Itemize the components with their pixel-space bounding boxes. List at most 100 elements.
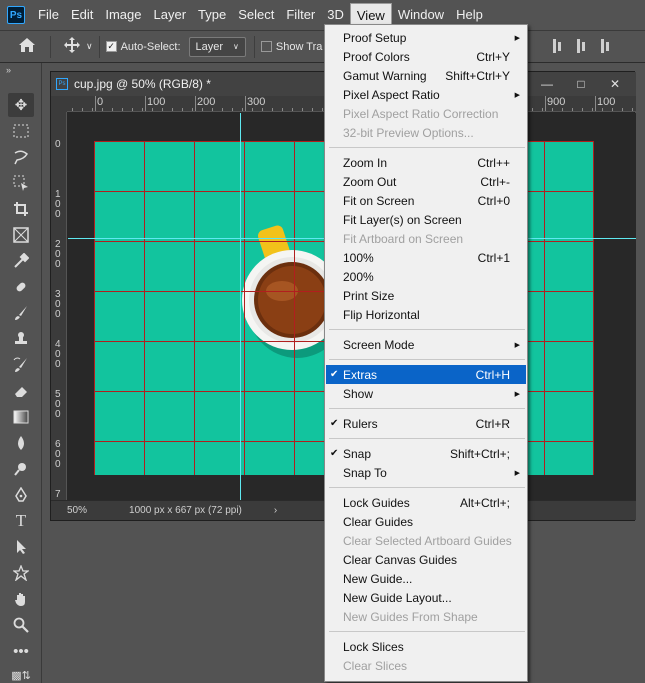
menu-item-label: New Guides From Shape xyxy=(343,609,478,624)
ruler-tick xyxy=(595,96,596,111)
move-tool-icon[interactable] xyxy=(63,36,81,57)
hand-tool-icon[interactable] xyxy=(8,587,34,611)
swap-colors-icon[interactable]: ▩⇅ xyxy=(8,663,34,683)
gradient-tool-icon[interactable] xyxy=(8,405,34,429)
menu-item-label: Fit on Screen xyxy=(343,193,415,208)
menu-item-rulers[interactable]: ✔ Rulers Ctrl+R xyxy=(326,414,526,433)
ruler-label: 0 xyxy=(97,96,104,108)
menu-select[interactable]: Select xyxy=(232,3,280,28)
menu-item-print-size[interactable]: Print Size xyxy=(326,286,526,305)
dodge-tool-icon[interactable] xyxy=(8,457,34,481)
menu-image[interactable]: Image xyxy=(99,3,147,28)
chevron-down-icon[interactable]: ∨ xyxy=(86,41,93,52)
menu-item-fit-on-screen[interactable]: Fit on Screen Ctrl+0 xyxy=(326,191,526,210)
menu-item-clear-canvas-guides[interactable]: Clear Canvas Guides xyxy=(326,550,526,569)
collapse-panel-icon[interactable]: » xyxy=(6,65,11,75)
blur-tool-icon[interactable] xyxy=(8,431,34,455)
zoom-tool-icon[interactable] xyxy=(8,613,34,637)
checkmark-icon: ✔ xyxy=(330,369,339,380)
ruler-minor-tick xyxy=(572,108,573,111)
menu-item-shortcut: Ctrl+Y xyxy=(476,49,510,64)
menu-item-new-guide-layout[interactable]: New Guide Layout... xyxy=(326,588,526,607)
show-transform-label: Show Tra xyxy=(275,40,323,53)
lasso-tool-icon[interactable] xyxy=(8,145,34,169)
ruler-minor-tick xyxy=(122,108,123,111)
menu-item-new-guides-from-shape: New Guides From Shape xyxy=(326,607,526,626)
menu-item-snap-to[interactable]: Snap To ▶ xyxy=(326,463,526,482)
minimize-icon[interactable]: — xyxy=(530,72,564,96)
menu-item-lock-guides[interactable]: Lock Guides Alt+Ctrl+; xyxy=(326,493,526,512)
brush-tool-icon[interactable] xyxy=(8,301,34,325)
auto-select-checkbox[interactable]: ✓ xyxy=(105,41,117,52)
photoshop-logo-icon[interactable]: Ps xyxy=(7,6,25,24)
menu-item-gamut-warning[interactable]: Gamut Warning Shift+Ctrl+Y xyxy=(326,66,526,85)
vertical-ruler[interactable]: 0 1 0 0 2 0 0 3 0 0 4 0 0 5 0 0 6 0 0 7 xyxy=(51,112,67,500)
eraser-tool-icon[interactable] xyxy=(8,379,34,403)
type-tool-icon[interactable]: T xyxy=(8,509,34,533)
align-bottom-edges-icon[interactable] xyxy=(600,39,612,53)
menu-item-100[interactable]: 100% Ctrl+1 xyxy=(326,248,526,267)
menu-type[interactable]: Type xyxy=(192,3,232,28)
menu-item-snap[interactable]: ✔ Snap Shift+Ctrl+; xyxy=(326,444,526,463)
chevron-right-icon[interactable]: › xyxy=(274,505,277,516)
menu-item-pixel-aspect-ratio[interactable]: Pixel Aspect Ratio ▶ xyxy=(326,85,526,104)
show-transform-controls-checkbox[interactable] xyxy=(260,41,272,52)
menu-item-screen-mode[interactable]: Screen Mode ▶ xyxy=(326,335,526,354)
menu-item-new-guide[interactable]: New Guide... xyxy=(326,569,526,588)
photoshop-window: Ps File Edit Image Layer Type Select Filter 3D V… xyxy=(0,0,645,683)
pen-tool-icon[interactable] xyxy=(8,483,34,507)
vertical-guide[interactable] xyxy=(240,113,241,500)
healing-brush-tool-icon[interactable] xyxy=(8,275,34,299)
ruler-origin[interactable] xyxy=(51,96,67,112)
menu-item-fit-layer-s-on-screen[interactable]: Fit Layer(s) on Screen xyxy=(326,210,526,229)
menu-item-zoom-in[interactable]: Zoom In Ctrl++ xyxy=(326,153,526,172)
frame-tool-icon[interactable] xyxy=(8,223,34,247)
home-icon[interactable] xyxy=(18,37,36,56)
menu-item-proof-colors[interactable]: Proof Colors Ctrl+Y xyxy=(326,47,526,66)
menu-item-clear-selected-artboard-guides: Clear Selected Artboard Guides xyxy=(326,531,526,550)
chevron-down-icon: ∨ xyxy=(233,42,239,51)
menu-item-label: 32-bit Preview Options... xyxy=(343,125,474,140)
menu-item-show[interactable]: Show ▶ xyxy=(326,384,526,403)
options-bar: ∨ ✓ Auto-Select: Layer ∨ Show Tra xyxy=(0,31,645,63)
crop-tool-icon[interactable] xyxy=(8,197,34,221)
menu-file[interactable]: File xyxy=(32,3,65,28)
move-tool-icon[interactable]: ✥ xyxy=(8,93,34,117)
menu-item-flip-horizontal[interactable]: Flip Horizontal xyxy=(326,305,526,324)
path-selection-tool-icon[interactable] xyxy=(8,535,34,559)
menu-item-label: Zoom Out xyxy=(343,174,397,189)
menu-item-zoom-out[interactable]: Zoom Out Ctrl+- xyxy=(326,172,526,191)
eyedropper-tool-icon[interactable] xyxy=(8,249,34,273)
custom-shape-tool-icon[interactable] xyxy=(8,561,34,585)
close-icon[interactable]: ✕ xyxy=(598,72,632,96)
auto-select-label: Auto-Select: xyxy=(120,40,181,53)
align-vertical-centers-icon[interactable] xyxy=(576,39,588,53)
ruler-minor-tick xyxy=(232,108,233,111)
view-menu-dropdown: Proof Setup ▶ Proof Colors Ctrl+Y Gamut Warn… xyxy=(324,24,528,682)
rectangular-marquee-tool-icon[interactable] xyxy=(8,119,34,143)
history-brush-tool-icon[interactable] xyxy=(8,353,34,377)
menu-item-extras[interactable]: ✔ Extras Ctrl+H xyxy=(326,365,526,384)
clone-stamp-tool-icon[interactable] xyxy=(8,327,34,351)
align-top-edges-icon[interactable] xyxy=(552,39,564,53)
ruler-label: 100 xyxy=(597,96,616,108)
ruler-minor-tick xyxy=(302,108,303,111)
menu-item-label: New Guide... xyxy=(343,571,413,586)
auto-select-target-dropdown[interactable]: Layer ∨ xyxy=(188,36,246,57)
menu-edit[interactable]: Edit xyxy=(65,3,99,28)
menu-item-200[interactable]: 200% xyxy=(326,267,526,286)
menu-item-shortcut: Shift+Ctrl+; xyxy=(449,446,510,461)
object-selection-tool-icon[interactable] xyxy=(8,171,34,195)
menu-item-clear-guides[interactable]: Clear Guides xyxy=(326,512,526,531)
menu-item-lock-slices[interactable]: Lock Slices xyxy=(326,637,526,656)
menu-item-label: Rulers xyxy=(343,416,378,431)
zoom-level[interactable]: 50% xyxy=(67,505,87,516)
maximize-icon[interactable]: □ xyxy=(564,72,598,96)
menu-item-label: 100% xyxy=(343,250,374,265)
menu-separator xyxy=(329,631,525,632)
menu-item-proof-setup[interactable]: Proof Setup ▶ xyxy=(326,28,526,47)
submenu-arrow-icon: ▶ xyxy=(514,91,520,99)
menu-layer[interactable]: Layer xyxy=(148,3,193,28)
more-tools-icon[interactable]: ••• xyxy=(8,639,34,663)
menu-filter[interactable]: Filter xyxy=(280,3,321,28)
